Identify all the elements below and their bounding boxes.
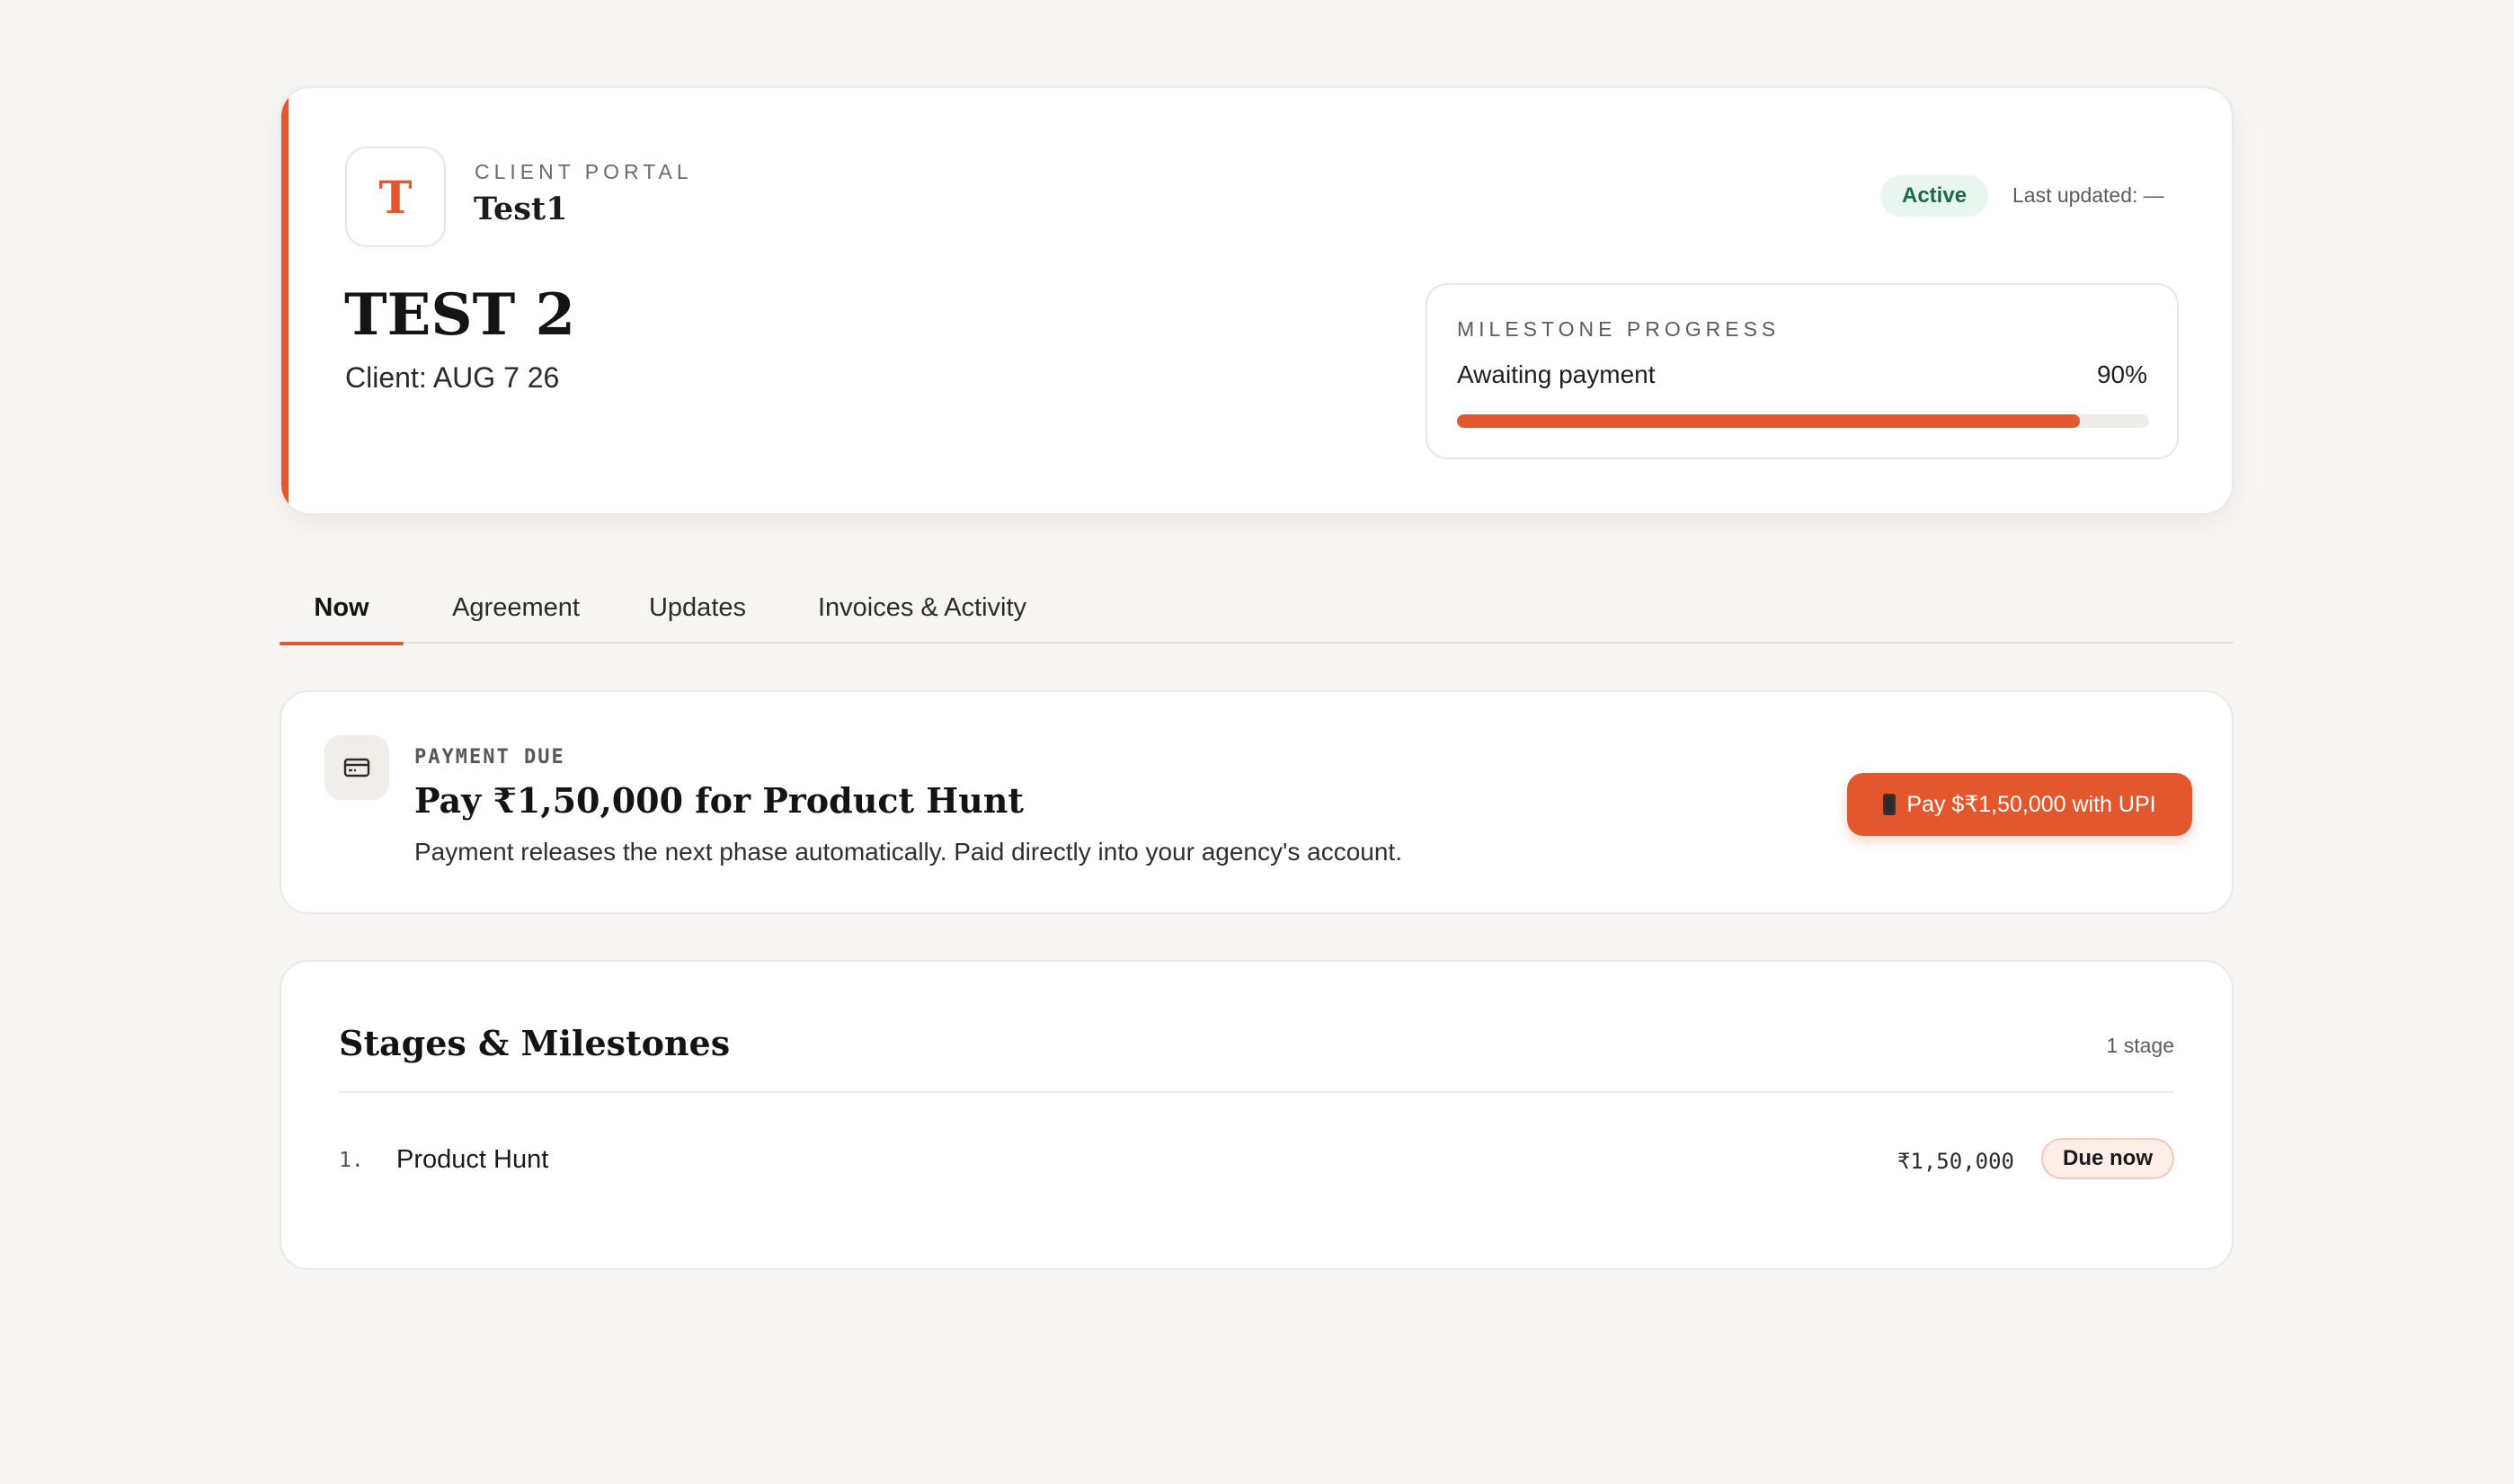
stages-count: 1 stage bbox=[2106, 1034, 2174, 1057]
accent-bar bbox=[281, 88, 289, 513]
stage-amount: ₹1,50,000 bbox=[1897, 1149, 2014, 1174]
credit-card-icon bbox=[324, 735, 389, 800]
stages-divider bbox=[339, 1091, 2174, 1093]
project-header-card: T CLIENT PORTAL Test1 TEST 2 Client: AUG… bbox=[280, 86, 2234, 515]
stage-number: 1. bbox=[339, 1149, 364, 1172]
tab-now[interactable]: Now bbox=[280, 572, 404, 645]
stages-milestones-card: Stages & Milestones 1 stage 1. Product H… bbox=[280, 960, 2234, 1270]
progress-bar-fill bbox=[1457, 414, 2080, 428]
payment-due-label: PAYMENT DUE bbox=[414, 746, 565, 769]
milestone-progress-panel: MILESTONE PROGRESS Awaiting payment 90% bbox=[1426, 283, 2179, 459]
pay-button-label: Pay $₹1,50,000 with UPI bbox=[1906, 792, 2156, 817]
status-badge: Active bbox=[1880, 175, 1989, 217]
payment-title: Pay ₹1,50,000 for Product Hunt bbox=[414, 780, 1024, 821]
logo-letter: T bbox=[378, 170, 413, 224]
portal-container: T CLIENT PORTAL Test1 TEST 2 Client: AUG… bbox=[280, 86, 2234, 1270]
tab-bar: Now Agreement Updates Invoices & Activit… bbox=[280, 572, 2234, 645]
progress-percent: 90% bbox=[2096, 360, 2147, 388]
last-updated-text: Last updated: — bbox=[2012, 183, 2164, 207]
stage-name: Product Hunt bbox=[396, 1145, 549, 1174]
phone-icon bbox=[1883, 794, 1897, 815]
credit-card-icon-svg bbox=[343, 758, 370, 778]
stage-row: 1. Product Hunt ₹1,50,000 Due now bbox=[339, 1134, 2174, 1188]
tab-updates[interactable]: Updates bbox=[630, 572, 765, 644]
progress-label: MILESTONE PROGRESS bbox=[1457, 317, 1781, 341]
payment-description: Payment releases the next phase automati… bbox=[414, 838, 1402, 866]
payment-due-card: PAYMENT DUE Pay ₹1,50,000 for Product Hu… bbox=[280, 690, 2234, 914]
progress-status: Awaiting payment bbox=[1457, 360, 1656, 388]
stages-title: Stages & Milestones bbox=[339, 1023, 731, 1063]
pay-with-upi-button[interactable]: Pay $₹1,50,000 with UPI bbox=[1847, 773, 2192, 836]
tab-agreement[interactable]: Agreement bbox=[431, 572, 601, 644]
project-title: TEST 2 bbox=[344, 281, 576, 349]
tab-invoices-activity[interactable]: Invoices & Activity bbox=[799, 572, 1045, 644]
agency-logo: T bbox=[345, 147, 446, 247]
portal-label: CLIENT PORTAL bbox=[475, 160, 693, 183]
client-name: Client: AUG 7 26 bbox=[345, 361, 560, 394]
progress-bar bbox=[1457, 414, 2149, 428]
agency-name: Test1 bbox=[474, 191, 568, 227]
due-now-badge: Due now bbox=[2041, 1138, 2174, 1179]
